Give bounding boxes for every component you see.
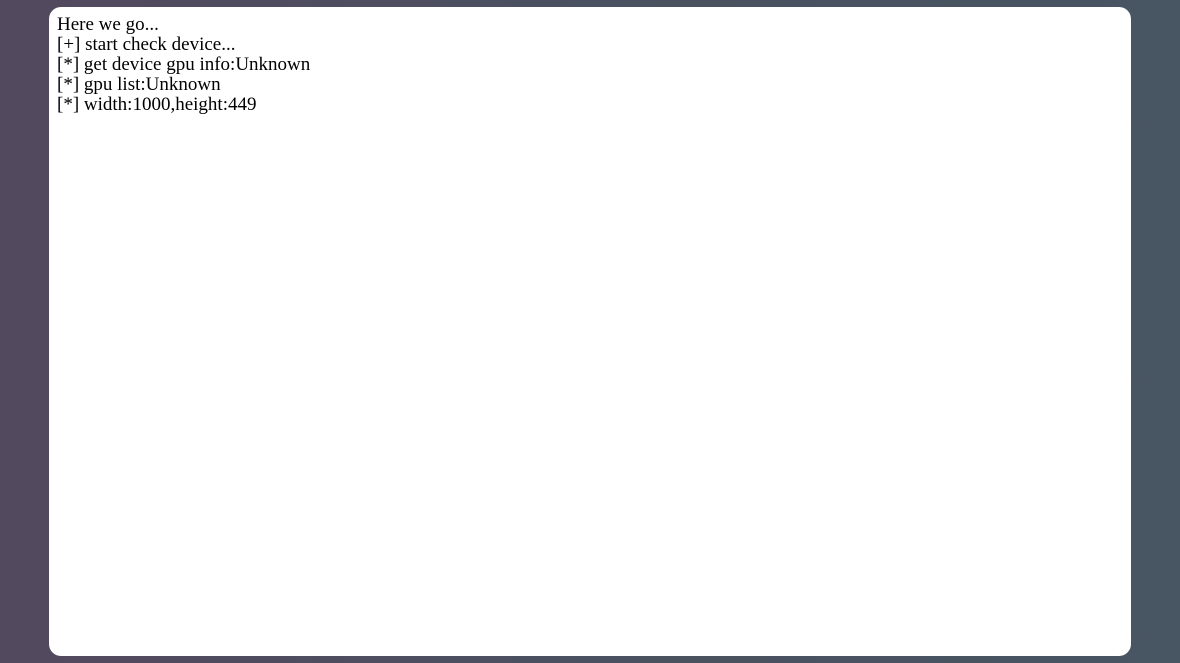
log-line: [*] width:1000,height:449 — [57, 95, 1123, 115]
log-line: Here we go... — [57, 15, 1123, 35]
log-line: [+] start check device... — [57, 35, 1123, 55]
log-line: [*] get device gpu info:Unknown — [57, 55, 1123, 75]
console-panel: Here we go... [+] start check device... … — [49, 7, 1131, 656]
log-line: [*] gpu list:Unknown — [57, 75, 1123, 95]
